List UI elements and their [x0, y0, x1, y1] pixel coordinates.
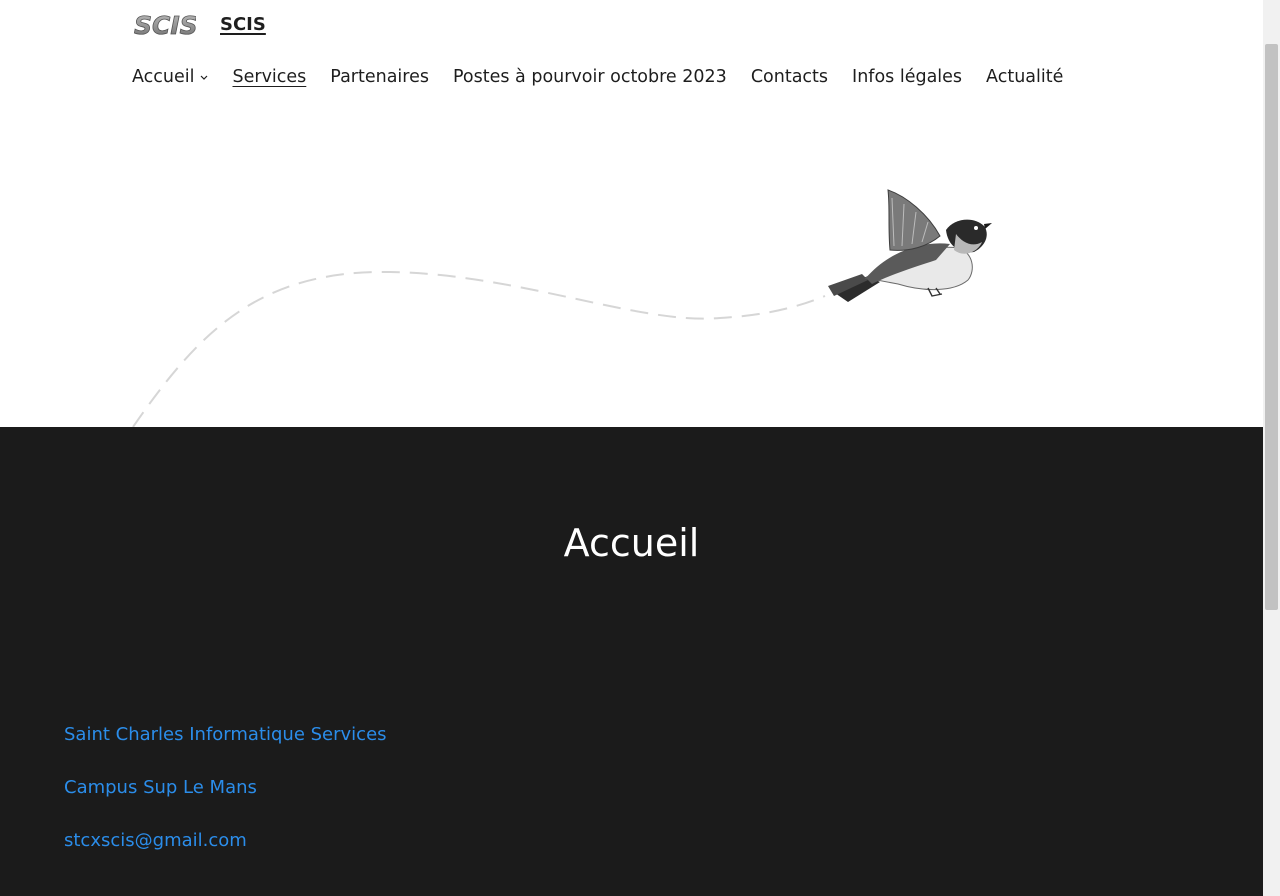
nav-item-label: Postes à pourvoir octobre 2023: [452, 67, 727, 87]
nav-item-partenaires[interactable]: Partenaires: [330, 67, 429, 87]
nav-item-contacts[interactable]: Contacts: [751, 67, 828, 87]
nav-item-label: Partenaires: [330, 67, 429, 87]
nav-item-accueil[interactable]: Accueil: [132, 67, 209, 87]
vertical-scrollbar[interactable]: [1263, 0, 1280, 896]
nav-item-services[interactable]: Services: [233, 67, 307, 87]
scrollbar-thumb[interactable]: [1265, 44, 1278, 610]
nav-item-postes[interactable]: Postes à pourvoir octobre 2023: [453, 67, 727, 87]
site-title-link[interactable]: SCIS: [220, 14, 266, 35]
footer-link-email[interactable]: stcxscis@gmail.com: [64, 830, 247, 851]
hero-illustration: [0, 110, 1263, 427]
svg-text:SCIS: SCIS: [134, 11, 196, 40]
main-navigation: Accueil Services Partenaires Postes à po…: [132, 67, 1087, 87]
footer-link-campus[interactable]: Campus Sup Le Mans: [64, 777, 257, 798]
site-logo[interactable]: SCIS: [132, 8, 198, 44]
footer-title: Accueil: [563, 521, 700, 565]
nav-item-label: Actualité: [986, 67, 1064, 87]
nav-item-label: Contacts: [750, 67, 829, 87]
footer-link-company[interactable]: Saint Charles Informatique Services: [64, 724, 387, 745]
nav-item-label: Accueil: [132, 67, 195, 87]
chevron-down-icon[interactable]: [199, 72, 209, 82]
page: SCIS SCIS Accueil Services Partenaires P…: [0, 0, 1263, 896]
site-footer: Accueil Saint Charles Informatique Servi…: [0, 427, 1263, 896]
nav-item-label: Infos légales: [852, 67, 963, 87]
dashed-flight-path: [132, 270, 826, 427]
nav-item-infos-legales[interactable]: Infos légales: [852, 67, 962, 87]
bird-icon: [828, 189, 992, 302]
nav-item-label: Services: [232, 67, 307, 87]
nav-item-actualite[interactable]: Actualité: [986, 67, 1063, 87]
